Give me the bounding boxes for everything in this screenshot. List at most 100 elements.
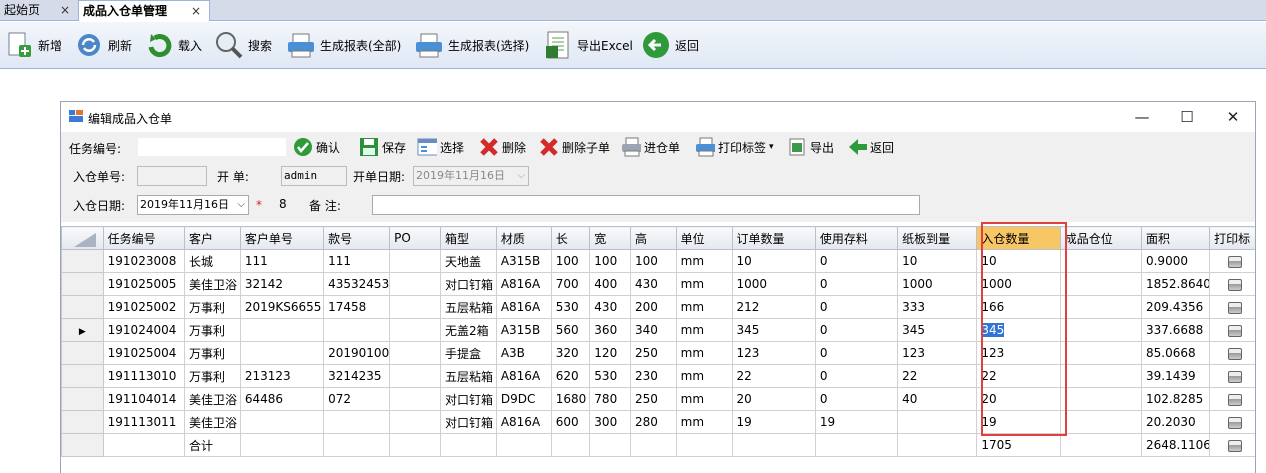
- print-label-cell[interactable]: [1209, 318, 1255, 342]
- table-cell[interactable]: 209.4356: [1140, 295, 1211, 319]
- table-cell[interactable]: 64486: [239, 387, 325, 411]
- table-cell[interactable]: 对口钉箱: [439, 272, 497, 296]
- table-cell[interactable]: 191113011: [102, 410, 185, 434]
- close-icon[interactable]: ✕: [1218, 106, 1248, 128]
- in-date-picker[interactable]: 2019年11月16日 ⌵: [137, 195, 249, 215]
- printer-icon[interactable]: [1228, 278, 1243, 291]
- table-cell[interactable]: 22: [897, 364, 978, 388]
- table-cell[interactable]: 400: [589, 272, 631, 296]
- table-cell[interactable]: 345: [731, 318, 816, 342]
- table-cell[interactable]: [1059, 295, 1142, 319]
- table-cell[interactable]: [239, 318, 325, 342]
- table-cell[interactable]: 20: [731, 387, 816, 411]
- return-button[interactable]: 返回: [847, 136, 894, 158]
- table-cell[interactable]: 1000: [976, 272, 1061, 296]
- table-cell[interactable]: 360: [589, 318, 631, 342]
- table-cell[interactable]: 对口钉箱: [439, 387, 497, 411]
- table-cell[interactable]: D9DC: [495, 387, 552, 411]
- table-cell[interactable]: 600: [550, 410, 591, 434]
- table-cell[interactable]: 22: [731, 364, 816, 388]
- table-cell[interactable]: 万事利: [183, 318, 241, 342]
- column-header[interactable]: 长: [550, 226, 591, 250]
- table-cell[interactable]: [897, 410, 978, 434]
- report-all-button[interactable]: 生成报表(全部): [286, 29, 401, 61]
- table-cell[interactable]: A816A: [495, 364, 552, 388]
- table-cell[interactable]: 0: [814, 318, 899, 342]
- table-cell[interactable]: 40: [897, 387, 978, 411]
- printer-icon[interactable]: [1228, 370, 1243, 383]
- column-header[interactable]: PO: [389, 226, 441, 250]
- table-cell[interactable]: A315B: [495, 318, 552, 342]
- save-button[interactable]: 保存: [359, 136, 406, 158]
- column-header[interactable]: 客户单号: [239, 226, 325, 250]
- table-cell[interactable]: 0: [814, 249, 899, 273]
- table-cell[interactable]: 102.8285: [1140, 387, 1211, 411]
- table-cell[interactable]: 天地盖: [439, 249, 497, 273]
- table-cell[interactable]: 072: [323, 387, 391, 411]
- table-cell[interactable]: 10: [731, 249, 816, 273]
- table-row[interactable]: 191025005 美佳卫浴 32142 43532453 对口钉箱 A816A 700 40…: [61, 272, 1255, 296]
- table-cell[interactable]: 1680: [550, 387, 591, 411]
- table-cell[interactable]: 20.2030: [1140, 410, 1211, 434]
- table-cell[interactable]: mm: [675, 295, 733, 319]
- table-cell[interactable]: [1059, 341, 1142, 365]
- table-cell[interactable]: 五层粘箱: [439, 295, 497, 319]
- table-cell[interactable]: [389, 341, 441, 365]
- table-cell[interactable]: A3B: [495, 341, 552, 365]
- table-cell[interactable]: 213123: [239, 364, 325, 388]
- table-cell[interactable]: 0: [814, 272, 899, 296]
- new-button[interactable]: 新增: [4, 29, 62, 61]
- printer-icon[interactable]: [1228, 301, 1243, 314]
- table-cell[interactable]: 1000: [731, 272, 816, 296]
- table-cell[interactable]: mm: [675, 410, 733, 434]
- table-cell[interactable]: 17458: [323, 295, 391, 319]
- report-selected-button[interactable]: 生成报表(选择): [414, 29, 529, 61]
- table-cell[interactable]: [389, 364, 441, 388]
- table-cell[interactable]: 191024004: [102, 318, 185, 342]
- row-header[interactable]: ▶: [61, 318, 104, 342]
- table-cell[interactable]: 对口钉箱: [439, 410, 497, 434]
- table-cell[interactable]: 191104014: [102, 387, 185, 411]
- column-header[interactable]: 纸板到量: [897, 226, 978, 250]
- row-header[interactable]: [61, 341, 104, 365]
- creator-input[interactable]: admin: [281, 166, 347, 186]
- column-header[interactable]: 款号: [323, 226, 391, 250]
- table-cell[interactable]: 0.9000: [1140, 249, 1211, 273]
- table-cell[interactable]: 280: [629, 410, 677, 434]
- table-cell[interactable]: 212: [731, 295, 816, 319]
- print-label-cell[interactable]: [1209, 341, 1255, 365]
- table-cell[interactable]: 300: [589, 410, 631, 434]
- column-header[interactable]: 订单数量: [731, 226, 816, 250]
- table-cell[interactable]: 250: [629, 341, 677, 365]
- table-cell[interactable]: 19: [976, 410, 1061, 434]
- table-cell[interactable]: 19: [814, 410, 899, 434]
- table-cell[interactable]: 337.6688: [1140, 318, 1211, 342]
- column-header[interactable]: 高: [629, 226, 677, 250]
- print-label-button[interactable]: 打印标签 ▾: [695, 136, 774, 158]
- table-cell[interactable]: mm: [675, 272, 733, 296]
- table-cell[interactable]: 530: [589, 364, 631, 388]
- table-cell[interactable]: 19: [731, 410, 816, 434]
- table-cell[interactable]: 111: [239, 249, 325, 273]
- remark-input[interactable]: [372, 195, 920, 215]
- table-cell[interactable]: A816A: [495, 272, 552, 296]
- table-row[interactable]: 191113010 万事利 213123 3214235 五层粘箱 A816A 620 530…: [61, 364, 1255, 388]
- chevron-down-icon[interactable]: ⌵: [237, 196, 245, 214]
- minimize-icon[interactable]: —: [1127, 106, 1157, 128]
- table-cell[interactable]: 长城: [183, 249, 241, 273]
- window-titlebar[interactable]: 编辑成品入仓单 — ☐ ✕: [61, 102, 1255, 132]
- table-cell[interactable]: 3214235: [323, 364, 391, 388]
- printer-icon[interactable]: [1228, 347, 1243, 360]
- table-cell[interactable]: [389, 295, 441, 319]
- column-header[interactable]: 成品仓位: [1059, 226, 1142, 250]
- column-header-inbound-qty[interactable]: 入仓数量: [976, 226, 1061, 250]
- table-cell[interactable]: 美佳卫浴: [183, 272, 241, 296]
- row-header[interactable]: [61, 387, 104, 411]
- row-header[interactable]: [61, 249, 104, 273]
- close-icon[interactable]: ×: [191, 1, 201, 21]
- table-cell[interactable]: 123: [897, 341, 978, 365]
- table-cell[interactable]: 22: [976, 364, 1061, 388]
- delete-sub-button[interactable]: 删除子单: [539, 136, 610, 158]
- table-cell[interactable]: 230: [629, 364, 677, 388]
- table-cell[interactable]: 0: [814, 341, 899, 365]
